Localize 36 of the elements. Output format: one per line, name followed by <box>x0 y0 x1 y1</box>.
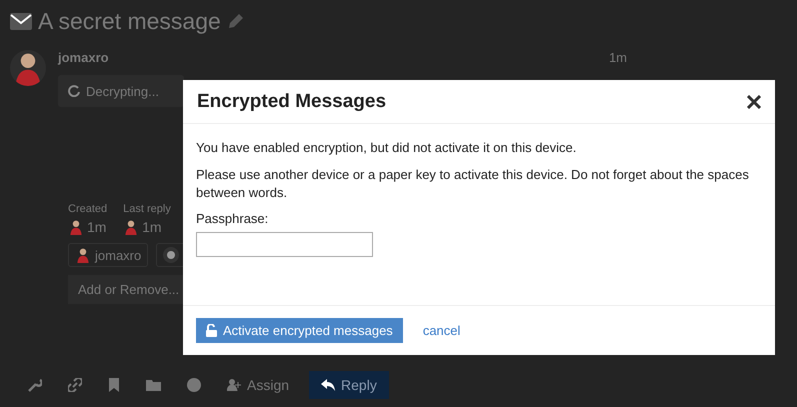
dialog-text: You have enabled encryption, but did not activate it on this device. <box>196 139 578 157</box>
stat-age: 1m <box>142 219 162 235</box>
reply-button[interactable]: Reply <box>309 371 389 399</box>
activate-button[interactable]: Activate encrypted messages <box>196 318 403 343</box>
pencil-icon[interactable] <box>226 12 245 30</box>
avatar-icon <box>163 247 180 263</box>
close-icon <box>747 94 761 108</box>
reply-icon <box>321 379 336 391</box>
assign-button[interactable]: Assign <box>221 371 296 399</box>
passphrase-field[interactable] <box>196 232 373 257</box>
stat-label: Last reply <box>123 203 171 215</box>
wrench-icon <box>28 378 42 392</box>
spinner-icon <box>68 85 80 97</box>
avatar[interactable] <box>10 50 46 86</box>
post-age: 1m <box>608 50 627 65</box>
stat-age: 1m <box>87 219 106 235</box>
avatar-icon <box>123 219 140 235</box>
field-label: Passphrase: <box>196 210 270 228</box>
username[interactable]: jomaxro <box>58 50 109 65</box>
circle-icon <box>187 378 201 392</box>
bookmark-icon <box>108 378 120 392</box>
folder-icon <box>146 379 161 391</box>
participant-chip[interactable]: jomaxro <box>68 243 148 267</box>
stat-label: Created <box>68 203 108 215</box>
unlock-icon <box>206 324 217 337</box>
link-icon <box>68 378 82 392</box>
envelope-icon <box>10 12 32 30</box>
topic-title: A secret message <box>38 8 221 34</box>
user-plus-icon <box>227 379 241 391</box>
close-button[interactable] <box>747 94 761 108</box>
dialog-title: Encrypted Messages <box>197 90 386 112</box>
decrypting-notice: Decrypting... <box>58 75 184 107</box>
avatar-icon <box>68 219 84 235</box>
cancel-link[interactable]: cancel <box>422 323 460 338</box>
avatar-icon <box>75 247 91 263</box>
dialog-text: Please use another device or a paper key to activate this device. Do not forget about the spaces between words. <box>196 166 750 202</box>
